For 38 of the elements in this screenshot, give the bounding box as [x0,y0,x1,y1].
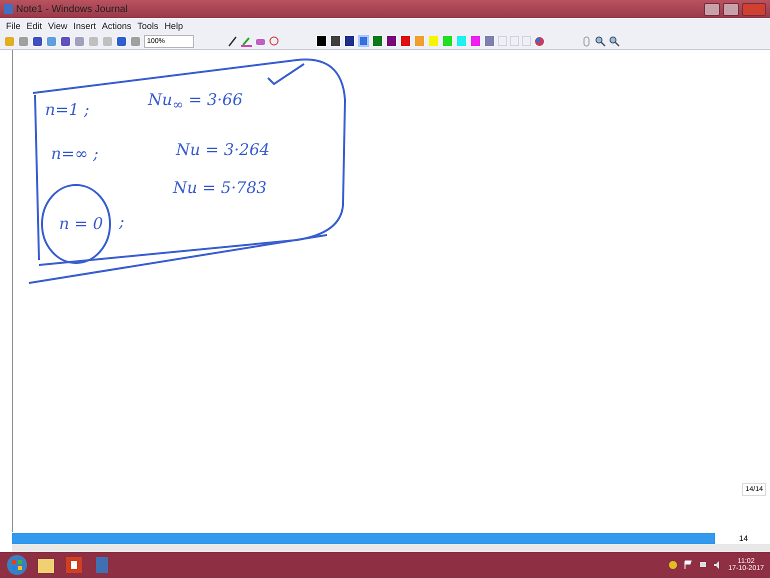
tool-icon[interactable] [116,36,127,46]
maximize-button[interactable] [723,2,739,16]
menu-item[interactable]: Edit [26,20,42,30]
start-icon[interactable] [6,554,28,576]
status-icon[interactable] [668,560,678,570]
menu-item[interactable]: Actions [102,20,132,30]
tool-icon[interactable] [46,36,57,46]
tool-icon[interactable] [32,36,43,46]
handwritten-text: ; [119,212,124,231]
minimize-button[interactable] [704,2,720,16]
journal-icon [4,4,13,14]
menu-item[interactable]: File [6,20,21,30]
slides-icon[interactable] [64,555,84,575]
empty-swatch[interactable] [498,36,507,46]
color-swatch[interactable] [358,35,369,47]
handwritten-text: Nu = 3·264 [176,140,270,159]
handwritten-text: Nu$_{∞}$ = 3·66 [148,90,243,114]
flag-icon[interactable] [683,560,694,570]
menu-item[interactable]: Insert [73,20,96,30]
handwritten-text: n = 0 [59,214,104,233]
page-number: 14 [739,534,748,542]
zoom-out-icon[interactable] [609,36,620,46]
window-title: Note1 - Windows Journal [16,4,129,14]
handwritten-text: n=1 ; [45,100,90,119]
empty-swatch[interactable] [510,36,519,46]
horizontal-scrollbar[interactable] [12,544,770,552]
pen-icon[interactable] [227,36,238,46]
empty-swatch[interactable] [522,36,531,46]
palette-icon[interactable] [534,36,545,46]
network-icon[interactable] [698,560,708,570]
handwritten-text: n=∞ ; [51,144,99,163]
menu-item[interactable]: Tools [137,20,158,30]
menu-item[interactable]: View [48,20,68,30]
zoom-in-icon[interactable] [595,36,606,46]
handwritten-text: Nu = 5·783 [173,178,267,197]
tool-icon[interactable] [60,36,71,46]
menu-item[interactable]: Help [164,20,183,30]
checkmark-icon [266,62,306,86]
